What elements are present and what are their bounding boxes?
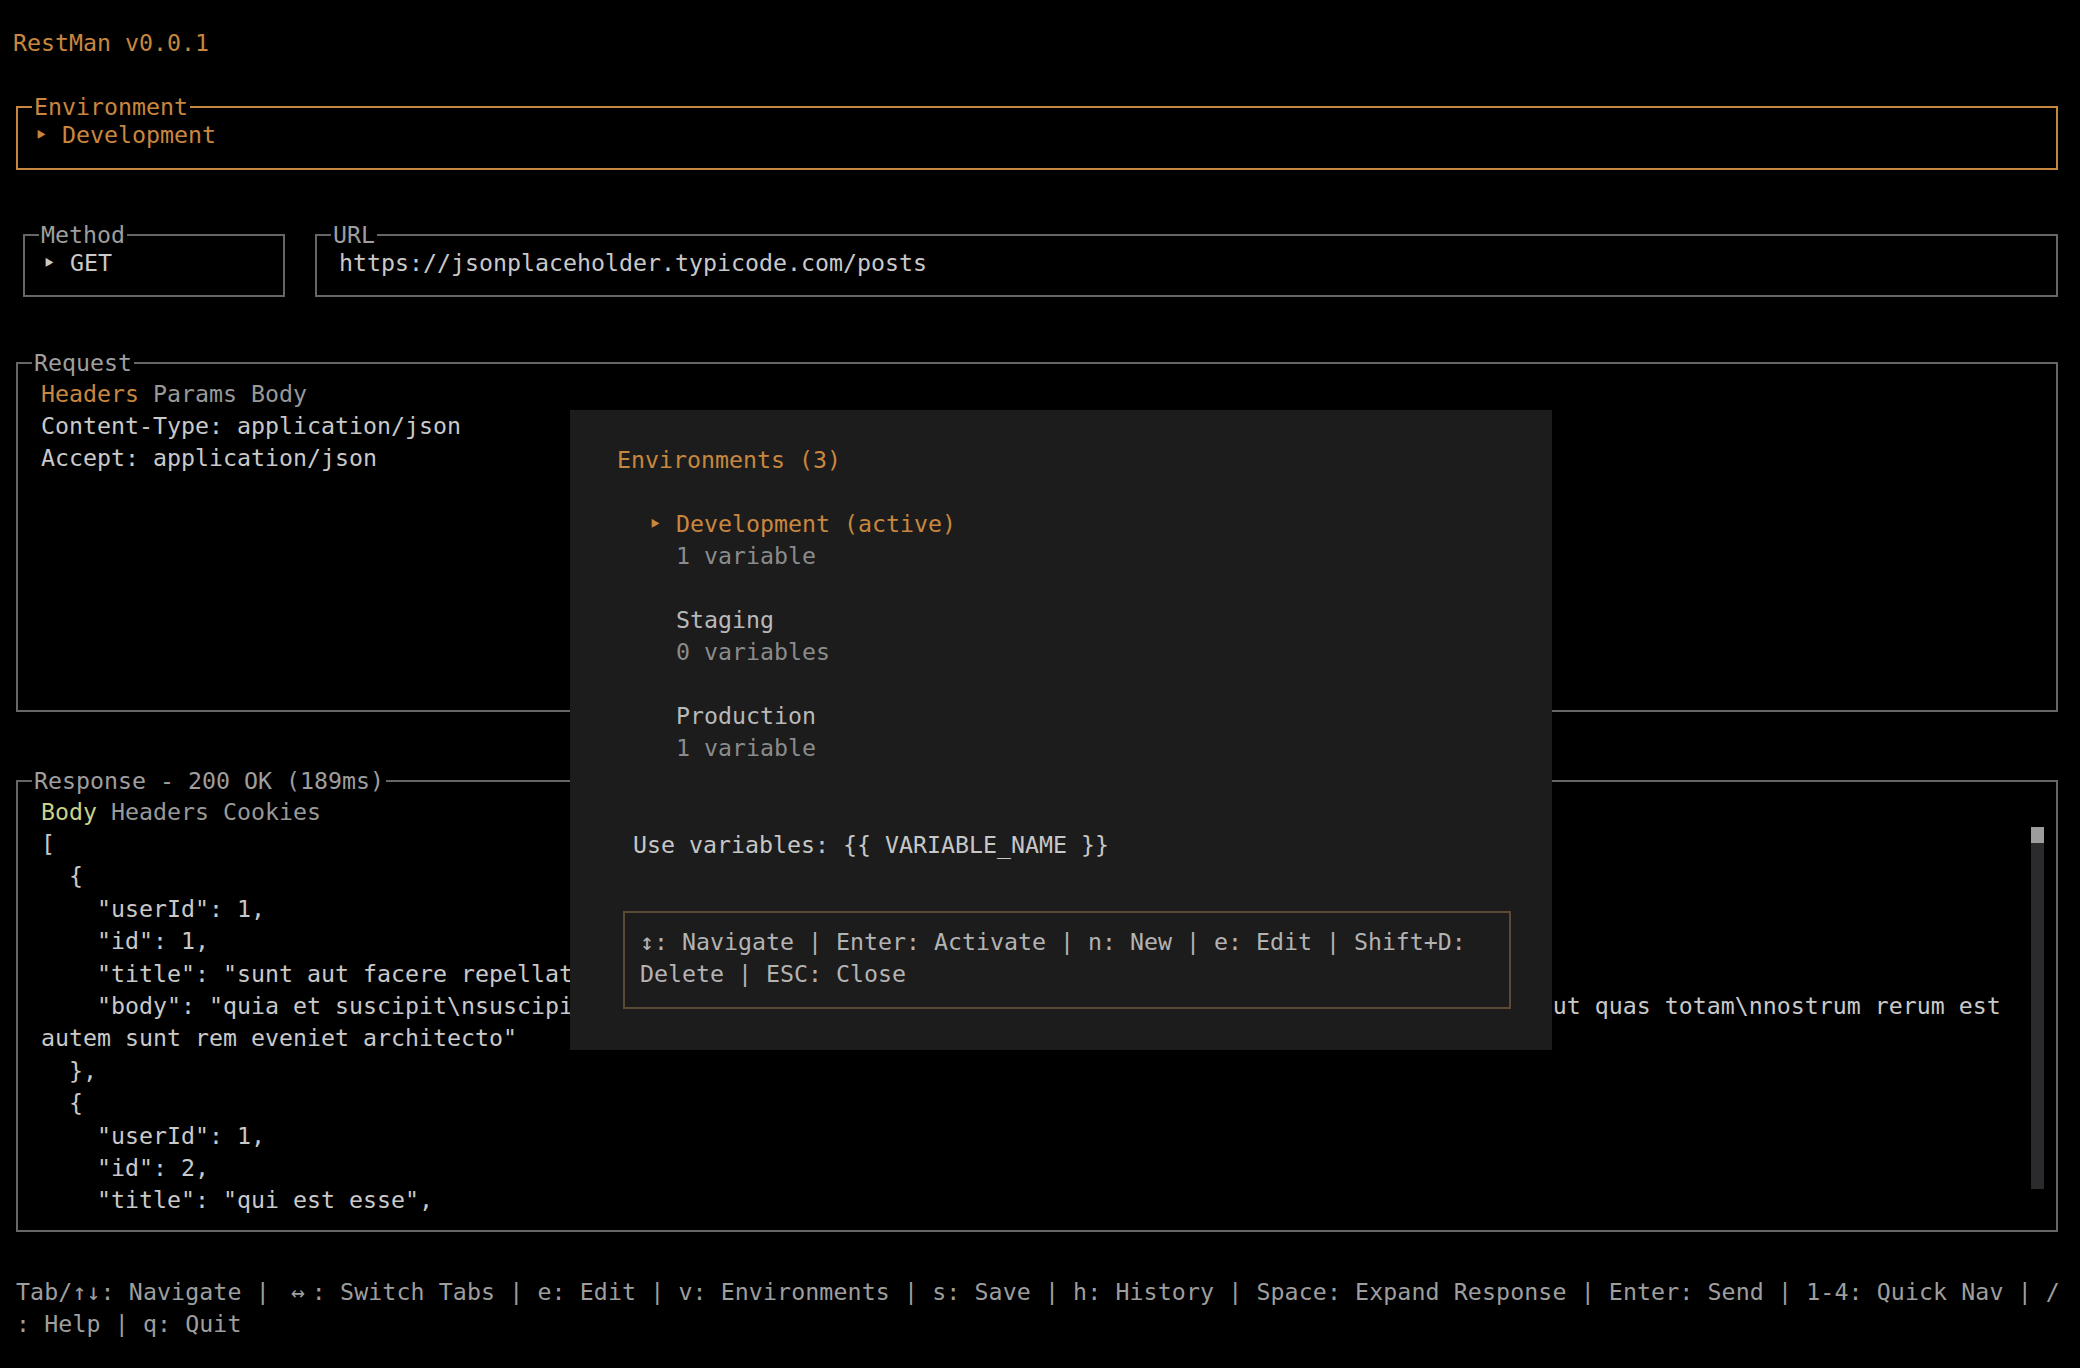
response-label: Response - 200 OK (189ms) (32, 765, 386, 797)
tab-request-params[interactable]: Params (153, 380, 237, 407)
method-selector[interactable]: Method ‣ GET (23, 234, 285, 297)
environment-item-meta: 1 variable (676, 540, 956, 572)
variables-hint: Use variables: {{ VARIABLE_NAME }} (633, 829, 1109, 861)
modal-help-box: ↕: Navigate | Enter: Activate | n: New |… (623, 911, 1511, 1009)
url-input[interactable]: https://jsonplaceholder.typicode.com/pos… (339, 247, 927, 279)
response-scrollbar[interactable] (2031, 827, 2044, 1189)
response-scrollbar-thumb[interactable] (2031, 827, 2044, 843)
environment-item-name[interactable]: Staging (676, 604, 830, 636)
modal-help-text: ↕: Navigate | Enter: Activate | n: New |… (640, 926, 1466, 991)
environment-value[interactable]: ‣ Development (34, 119, 216, 151)
request-label: Request (32, 347, 134, 379)
environments-modal: Environments (3) ‣ Development (active) … (570, 410, 1552, 1050)
tab-response-cookies[interactable]: Cookies (223, 798, 321, 825)
tab-response-body[interactable]: Body (41, 798, 97, 825)
tab-response-headers[interactable]: Headers (111, 798, 209, 825)
environment-item-development[interactable]: ‣ Development (active) 1 variable (676, 508, 956, 572)
environment-selector[interactable]: Environment ‣ Development (16, 106, 2058, 170)
response-tabs: Body Headers Cookies (41, 796, 321, 828)
tab-request-headers[interactable]: Headers (41, 380, 139, 407)
active-environment-marker: ‣ (648, 508, 662, 540)
environment-item-meta: 1 variable (676, 732, 816, 764)
request-headers-content: Content-Type: application/json Accept: a… (41, 410, 461, 475)
tab-request-body[interactable]: Body (251, 380, 307, 407)
status-bar: Tab/↑↓: Navigate | ↔: Switch Tabs | e: E… (16, 1276, 2060, 1341)
environment-item-staging[interactable]: Staging 0 variables (676, 604, 830, 668)
environment-item-name[interactable]: Production (676, 700, 816, 732)
request-tabs: Headers Params Body (41, 378, 307, 410)
environments-modal-title: Environments (3) (617, 444, 841, 476)
app-title: RestMan v0.0.1 (13, 30, 209, 56)
url-field[interactable]: URL https://jsonplaceholder.typicode.com… (315, 234, 2058, 297)
environment-item-name[interactable]: Development (active) (676, 508, 956, 540)
method-value[interactable]: ‣ GET (42, 247, 112, 279)
environment-item-meta: 0 variables (676, 636, 830, 668)
environment-item-production[interactable]: Production 1 variable (676, 700, 816, 764)
